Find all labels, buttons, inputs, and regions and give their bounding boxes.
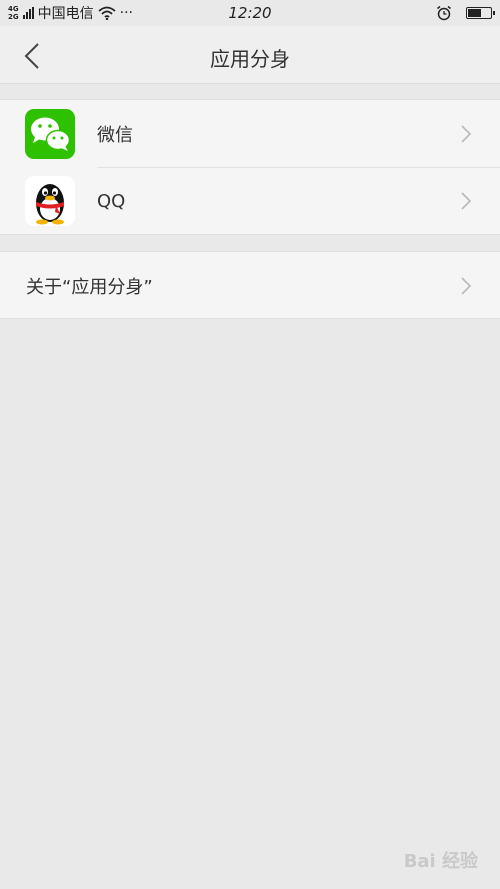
list-item-about[interactable]: 关于“应用分身” [0, 252, 500, 319]
list-item-wechat[interactable]: 微信 [0, 100, 500, 167]
battery-level [468, 9, 482, 17]
chevron-right-icon [461, 276, 472, 295]
network-type-bottom: 2G [8, 13, 19, 21]
status-left: 4G 2G 中国电信 ··· [8, 3, 133, 23]
chevron-right-icon [461, 192, 472, 210]
status-bar: 4G 2G 中国电信 ··· 12:20 [0, 0, 500, 26]
page-title: 应用分身 [210, 47, 290, 71]
alarm-icon [437, 5, 451, 21]
battery-icon [466, 7, 495, 19]
about-section: 关于“应用分身” [0, 251, 500, 319]
watermark: Bai 经验 [403, 851, 478, 872]
carrier-name: 中国电信 [37, 6, 94, 22]
wechat-icon [25, 108, 75, 159]
navigation-bar: 应用分身 [0, 26, 500, 84]
list-item-label: QQ [97, 190, 126, 212]
network-type: 4G 2G [8, 5, 19, 21]
wifi-icon [98, 6, 116, 20]
qq-penguin-icon [25, 176, 75, 226]
status-right [436, 5, 495, 21]
app-list: 微信 QQ [0, 99, 500, 235]
list-item-qq[interactable]: QQ [25, 167, 500, 234]
signal-icon [22, 7, 34, 19]
about-label: 关于“应用分身” [26, 276, 153, 298]
list-item-label: 微信 [97, 124, 133, 146]
chevron-right-icon [461, 124, 472, 143]
network-type-top: 4G [8, 5, 19, 13]
more-indicator: ··· [119, 5, 133, 21]
